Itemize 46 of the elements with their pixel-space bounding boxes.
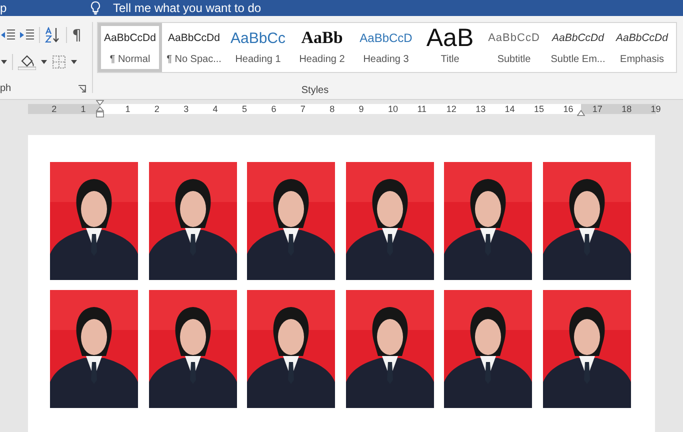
- ruler-number: 18: [622, 103, 632, 115]
- ruler-number: 1: [80, 103, 86, 115]
- ruler-number: 10: [388, 103, 398, 115]
- style-item[interactable]: AaBbCcDd ¶ Normal: [98, 23, 162, 72]
- ruler-number: 4: [212, 103, 218, 115]
- ruler-number: 6: [271, 103, 276, 115]
- ruler-number: 5: [242, 103, 248, 115]
- style-item[interactable]: AaBbCcD Heading 3: [354, 23, 418, 72]
- ruler-number: 11: [417, 103, 427, 115]
- ruler-number: 9: [358, 103, 364, 115]
- dialog-launcher-icon[interactable]: [78, 84, 86, 92]
- ruler-number: 14: [504, 103, 515, 115]
- tell-me-field[interactable]: Tell me what you want to do: [113, 1, 262, 15]
- style-item[interactable]: AaB Title: [418, 23, 482, 72]
- increase-indent-icon[interactable]: [20, 29, 34, 41]
- ribbon-tab[interactable]: p: [0, 1, 10, 15]
- style-item[interactable]: AaBbCcDd Emphasis: [610, 23, 674, 72]
- show-formatting-button[interactable]: ¶: [72, 26, 82, 44]
- caret-icon[interactable]: [41, 60, 47, 64]
- borders-icon[interactable]: [52, 55, 66, 69]
- ruler-number: 2: [154, 103, 160, 115]
- ruler-number: 7: [300, 103, 306, 115]
- style-item[interactable]: AaBbCcDd Subtle Em...: [546, 23, 610, 72]
- ruler-number: 12: [446, 103, 456, 115]
- style-item[interactable]: AaBb Heading 2: [290, 23, 354, 72]
- group-label: Styles: [301, 85, 329, 96]
- ruler-number: 16: [563, 103, 574, 115]
- ruler-number: 17: [592, 103, 602, 115]
- ruler-number: 1: [125, 103, 130, 115]
- decrease-indent-icon[interactable]: [1, 29, 15, 41]
- caret-icon[interactable]: [71, 60, 77, 64]
- sort-icon[interactable]: [45, 27, 61, 43]
- ruler-number: 13: [476, 103, 486, 115]
- shading-bucket-icon[interactable]: [18, 54, 36, 70]
- ruler-number: 19: [650, 103, 661, 115]
- indent-marker-icon[interactable]: [577, 110, 585, 116]
- style-item[interactable]: AaBbCcDd ¶ No Spac...: [162, 23, 226, 72]
- group-label: ph: [0, 83, 12, 94]
- caret-icon[interactable]: [1, 60, 7, 64]
- ruler-number: 15: [534, 103, 544, 115]
- indent-marker-icon[interactable]: [96, 100, 104, 118]
- style-item[interactable]: AaBbCcD Subtitle: [482, 23, 546, 72]
- ruler-number: 2: [52, 103, 57, 115]
- style-item[interactable]: AaBbCc Heading 1: [226, 23, 290, 72]
- ruler-number: 3: [184, 103, 189, 115]
- ruler-number: 8: [330, 103, 335, 115]
